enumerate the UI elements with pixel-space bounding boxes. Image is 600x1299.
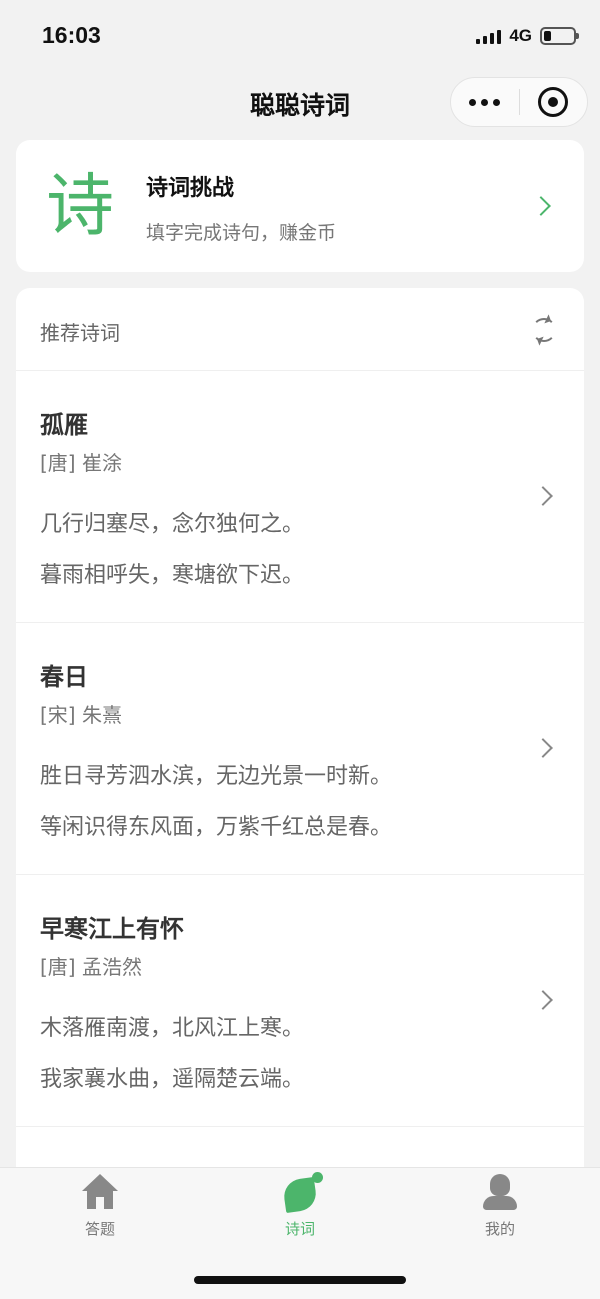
- poem-line: 木落雁南渡，北风江上寒。: [40, 1016, 305, 1041]
- tab-poems[interactable]: 诗词: [240, 1172, 360, 1239]
- status-time: 16:03: [42, 22, 101, 48]
- poem-title: 春日: [40, 663, 88, 691]
- poem-title: 早寒江上有怀: [40, 915, 184, 943]
- battery-level: [544, 31, 551, 41]
- list-header: 推荐诗词: [16, 288, 584, 371]
- poem-line: 我家襄水曲，遥隔楚云端。: [40, 1067, 305, 1092]
- tab-label: 诗词: [284, 1220, 315, 1238]
- chevron-right-icon: [533, 738, 553, 758]
- poem-line: 胜日寻芳泗水滨，无边光景一时新。: [40, 764, 393, 789]
- poem-logo: 诗: [46, 167, 115, 246]
- chevron-right-icon: [533, 486, 553, 506]
- poem-line: 暮雨相呼失，寒塘欲下迟。: [40, 563, 305, 588]
- home-indicator[interactable]: [194, 1276, 406, 1284]
- challenge-title: 诗词挑战: [146, 176, 235, 201]
- close-miniprogram-button[interactable]: [520, 87, 588, 117]
- battery-icon: [540, 27, 579, 45]
- poem-item[interactable]: 春日 [宋] 朱熹 胜日寻芳泗水滨，无边光景一时新。 等闲识得东风面，万紫千红总…: [16, 623, 584, 875]
- target-icon: [538, 87, 569, 117]
- status-bar: 16:03 4G: [0, 0, 600, 72]
- nav-bar: 聪聪诗词: [0, 72, 600, 134]
- recommended-poems-card: 推荐诗词 孤雁 [唐] 崔涂 几行归塞尽，念尔独何之。 暮雨相呼失，寒塘欲下迟。…: [16, 288, 584, 1188]
- poem-author: [唐] 崔涂: [40, 451, 122, 475]
- home-icon: [81, 1174, 119, 1212]
- leaf-icon: [281, 1172, 323, 1214]
- tab-answer[interactable]: 答题: [40, 1174, 160, 1239]
- challenge-card[interactable]: 诗 诗词挑战 填字完成诗句，赚金币: [16, 140, 584, 272]
- person-icon: [481, 1174, 519, 1212]
- tab-mine[interactable]: 我的: [440, 1174, 560, 1239]
- poem-author: [宋] 朱熹: [40, 703, 122, 727]
- tab-label: 答题: [84, 1220, 115, 1238]
- tab-label: 我的: [484, 1220, 515, 1238]
- poem-item[interactable]: 早寒江上有怀 [唐] 孟浩然 木落雁南渡，北风江上寒。 我家襄水曲，遥隔楚云端。: [16, 875, 584, 1127]
- poem-author: [唐] 孟浩然: [40, 955, 142, 979]
- challenge-subtitle: 填字完成诗句，赚金币: [146, 222, 337, 244]
- miniprogram-capsule: [450, 77, 588, 127]
- chevron-right-icon: [531, 196, 551, 216]
- status-icons: 4G: [476, 26, 579, 46]
- refresh-icon[interactable]: [532, 318, 556, 342]
- signal-icon: [476, 28, 502, 44]
- poem-item[interactable]: 孤雁 [唐] 崔涂 几行归塞尽，念尔独何之。 暮雨相呼失，寒塘欲下迟。: [16, 371, 584, 623]
- poem-line: 几行归塞尽，念尔独何之。: [40, 512, 305, 537]
- network-type: 4G: [509, 26, 532, 45]
- poem-title: 孤雁: [40, 411, 88, 439]
- more-icon[interactable]: [451, 98, 519, 106]
- list-header-title: 推荐诗词: [40, 321, 120, 345]
- chevron-right-icon: [533, 990, 553, 1010]
- poem-line: 等闲识得东风面，万紫千红总是春。: [40, 815, 393, 840]
